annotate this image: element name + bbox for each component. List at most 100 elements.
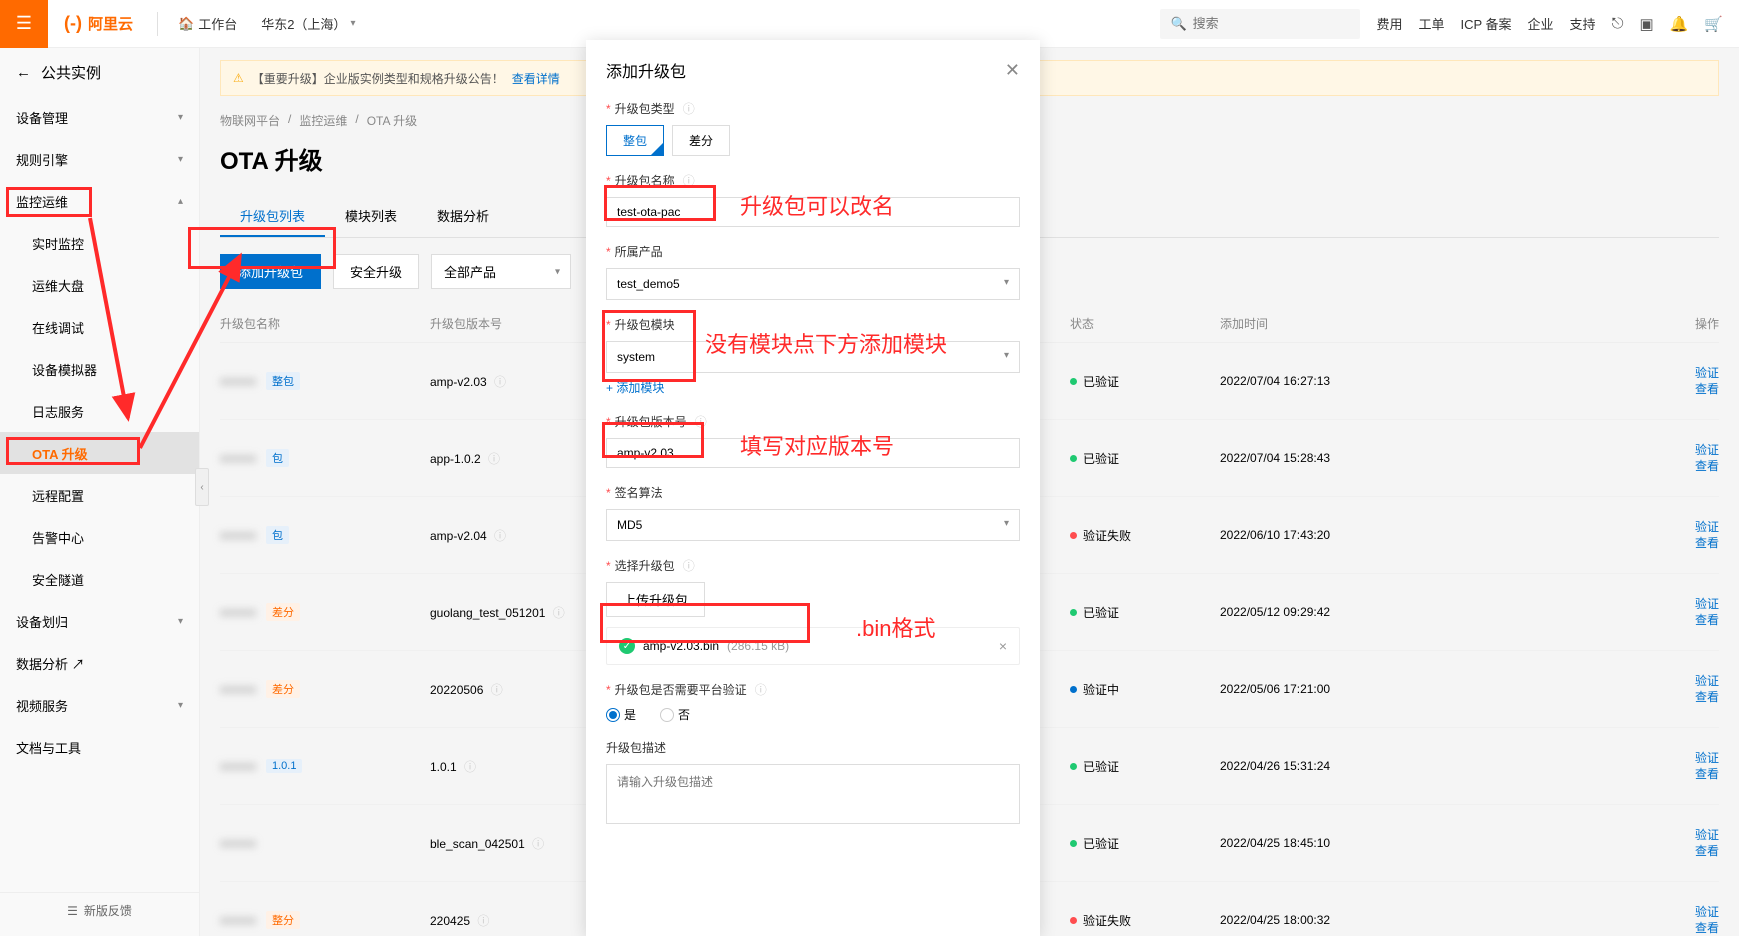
- sidebar-simulator[interactable]: 设备模拟器: [0, 348, 199, 390]
- status-dot: [1070, 609, 1077, 616]
- op-verify[interactable]: 验证: [1440, 519, 1719, 535]
- op-view[interactable]: 查看: [1440, 689, 1719, 705]
- help-icon[interactable]: ⓘ: [683, 557, 695, 574]
- help-icon[interactable]: ⓘ: [683, 100, 695, 117]
- help-icon[interactable]: ⓘ: [464, 760, 476, 774]
- sidebar-data-analysis[interactable]: 数据分析 ↗: [0, 642, 199, 684]
- crumb-ota: OTA 升级: [367, 112, 417, 129]
- cart-icon[interactable]: 🛒: [1704, 15, 1723, 33]
- tab-analysis[interactable]: 数据分析: [417, 196, 509, 237]
- status-dot: [1070, 917, 1077, 924]
- sidebar-rule-engine[interactable]: 规则引擎▾: [0, 138, 199, 180]
- help-icon[interactable]: ⓘ: [532, 837, 544, 851]
- op-verify[interactable]: 验证: [1440, 442, 1719, 458]
- sidebar-monitor-ops[interactable]: 监控运维▴: [0, 180, 199, 222]
- col-name: 升级包名称: [220, 315, 430, 332]
- help-icon[interactable]: ⓘ: [494, 375, 506, 389]
- safe-upgrade-button[interactable]: 安全升级: [333, 254, 419, 289]
- type-diff-button[interactable]: 差分: [672, 125, 730, 156]
- nav-support[interactable]: 支持: [1570, 14, 1596, 33]
- op-verify[interactable]: 验证: [1440, 827, 1719, 843]
- status-text: 验证中: [1083, 681, 1119, 698]
- sidebar-device-assign[interactable]: 设备划归▾: [0, 600, 199, 642]
- help-icon[interactable]: ⓘ: [491, 683, 503, 697]
- op-verify[interactable]: 验证: [1440, 750, 1719, 766]
- file-name: amp-v2.03.bin: [643, 639, 719, 653]
- nav-enterprise[interactable]: 企业: [1528, 14, 1554, 33]
- brand-logo[interactable]: (-) 阿里云: [64, 13, 133, 34]
- sidebar-ota[interactable]: OTA 升级: [0, 432, 199, 474]
- remove-file-icon[interactable]: ×: [999, 638, 1007, 654]
- help-icon[interactable]: ⓘ: [755, 681, 767, 698]
- sidebar-docs[interactable]: 文档与工具: [0, 726, 199, 768]
- modal-title: 添加升级包: [606, 58, 686, 82]
- status-text: 已验证: [1083, 373, 1119, 390]
- package-badge: 包: [266, 526, 289, 544]
- op-verify[interactable]: 验证: [1440, 673, 1719, 689]
- nav-icp[interactable]: ICP 备案: [1460, 14, 1511, 33]
- desc-textarea[interactable]: [606, 764, 1020, 824]
- crumb-iot[interactable]: 物联网平台: [220, 112, 280, 129]
- add-package-button[interactable]: 添加升级包: [220, 254, 321, 289]
- chevron-up-icon: ▴: [178, 196, 183, 207]
- op-view[interactable]: 查看: [1440, 766, 1719, 782]
- close-icon[interactable]: ✕: [1005, 60, 1020, 81]
- region-selector[interactable]: 华东2（上海） ▾: [249, 14, 367, 33]
- verify-no-radio[interactable]: 否: [660, 706, 690, 723]
- help-icon[interactable]: ⓘ: [683, 172, 695, 189]
- tab-packages[interactable]: 升级包列表: [220, 196, 325, 237]
- sidebar-video[interactable]: 视频服务▾: [0, 684, 199, 726]
- upload-button[interactable]: 上传升级包: [606, 582, 705, 617]
- warning-icon: ⚠: [233, 71, 244, 85]
- op-view[interactable]: 查看: [1440, 843, 1719, 859]
- help-icon[interactable]: ⓘ: [477, 914, 489, 928]
- op-verify[interactable]: 验证: [1440, 365, 1719, 381]
- feedback-link[interactable]: ☰ 新版反馈: [0, 892, 199, 928]
- status-text: 验证失败: [1083, 912, 1131, 929]
- op-view[interactable]: 查看: [1440, 458, 1719, 474]
- product-filter-select[interactable]: 全部产品: [431, 254, 571, 289]
- cloudshell-icon[interactable]: ▣: [1639, 15, 1653, 33]
- op-view[interactable]: 查看: [1440, 612, 1719, 628]
- back-row[interactable]: ← 公共实例: [0, 48, 199, 96]
- verify-yes-radio[interactable]: 是: [606, 706, 636, 723]
- sidebar-device-mgmt[interactable]: 设备管理▾: [0, 96, 199, 138]
- home-link[interactable]: 🏠 工作台: [166, 14, 249, 33]
- sidebar-debug[interactable]: 在线调试: [0, 306, 199, 348]
- help-icon[interactable]: ⓘ: [488, 452, 500, 466]
- status-text: 已验证: [1083, 758, 1119, 775]
- op-verify[interactable]: 验证: [1440, 904, 1719, 920]
- product-select[interactable]: test_demo5: [606, 268, 1020, 300]
- sidebar-tunnel[interactable]: 安全隧道: [0, 558, 199, 600]
- help-icon[interactable]: ⓘ: [553, 606, 565, 620]
- sign-select[interactable]: MD5: [606, 509, 1020, 541]
- nav-cost[interactable]: 费用: [1376, 14, 1402, 33]
- search-input-wrapper[interactable]: 🔍: [1160, 9, 1360, 39]
- help-icon[interactable]: ⓘ: [695, 413, 707, 430]
- tab-modules[interactable]: 模块列表: [325, 196, 417, 237]
- bell-icon[interactable]: 🔔: [1670, 15, 1689, 33]
- sidebar-alarm[interactable]: 告警中心: [0, 516, 199, 558]
- sidebar-logs[interactable]: 日志服务: [0, 390, 199, 432]
- nav-ticket[interactable]: 工单: [1418, 14, 1444, 33]
- alert-link[interactable]: 查看详情: [512, 70, 560, 87]
- package-name-blurred: xxxxxx: [220, 605, 256, 619]
- package-time: 2022/04/25 18:00:32: [1220, 913, 1440, 927]
- op-view[interactable]: 查看: [1440, 920, 1719, 936]
- col-op: 操作: [1440, 315, 1719, 332]
- sidebar-dashboard[interactable]: 运维大盘: [0, 264, 199, 306]
- field-sign: *签名算法 MD5: [606, 484, 1020, 541]
- type-full-button[interactable]: 整包: [606, 125, 664, 156]
- sidebar-remote-config[interactable]: 远程配置: [0, 474, 199, 516]
- help-icon[interactable]: ⓘ: [494, 529, 506, 543]
- package-name-blurred: xxxxxx: [220, 836, 256, 850]
- op-view[interactable]: 查看: [1440, 535, 1719, 551]
- op-view[interactable]: 查看: [1440, 381, 1719, 397]
- crumb-ops[interactable]: 监控运维: [299, 112, 347, 129]
- app-icon[interactable]: ⎋: [1612, 15, 1624, 32]
- hamburger-icon[interactable]: ☰: [0, 0, 48, 48]
- search-input[interactable]: [1193, 16, 1351, 31]
- add-module-link[interactable]: + 添加模块: [606, 379, 664, 396]
- sidebar-realtime[interactable]: 实时监控: [0, 222, 199, 264]
- op-verify[interactable]: 验证: [1440, 596, 1719, 612]
